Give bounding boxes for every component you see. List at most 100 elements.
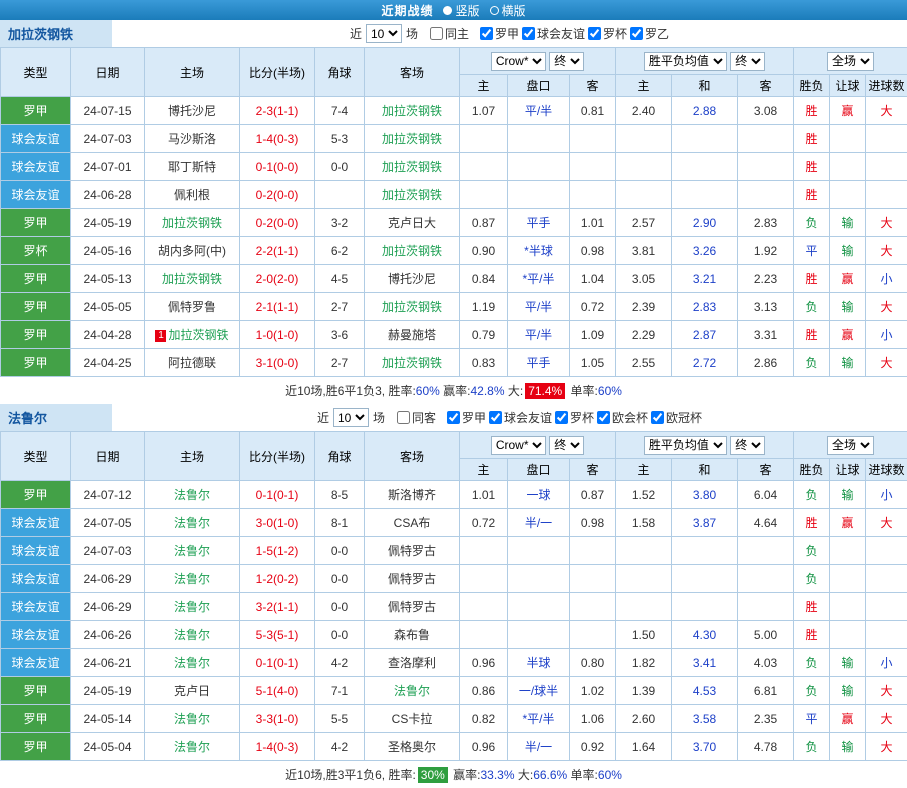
league-checkbox[interactable] bbox=[522, 27, 535, 40]
radio-unselected-icon bbox=[490, 6, 499, 15]
league-checkbox[interactable] bbox=[447, 411, 460, 424]
avg-away-cell: 4.64 bbox=[738, 509, 794, 537]
avg-away-cell bbox=[738, 125, 794, 153]
result-cell: 平 bbox=[794, 705, 830, 733]
score-cell: 0-2(0-0) bbox=[240, 209, 315, 237]
avg-final-select[interactable]: 终 bbox=[730, 52, 765, 71]
scope-group-header: 全场 bbox=[794, 48, 907, 75]
score-cell: 2-0(2-0) bbox=[240, 265, 315, 293]
league-checkbox[interactable] bbox=[480, 27, 493, 40]
avg-final-select[interactable]: 终 bbox=[730, 436, 765, 455]
score-cell: 2-1(1-1) bbox=[240, 293, 315, 321]
avg-draw-cell: 4.30 bbox=[672, 621, 738, 649]
league-badge: 球会友谊 bbox=[1, 537, 71, 565]
odds-final-select[interactable]: 终 bbox=[549, 436, 584, 455]
score-cell: 5-3(5-1) bbox=[240, 621, 315, 649]
league-checkbox[interactable] bbox=[597, 411, 610, 424]
result-cell: 胜 bbox=[794, 321, 830, 349]
league-badge: 罗甲 bbox=[1, 733, 71, 761]
league-checkbox[interactable] bbox=[651, 411, 664, 424]
odds-source-select[interactable]: Crow* bbox=[491, 52, 546, 71]
odds-final-select[interactable]: 终 bbox=[549, 52, 584, 71]
goals-cell: 大 bbox=[866, 293, 907, 321]
avg-draw-cell: 3.87 bbox=[672, 509, 738, 537]
same-venue-checkbox[interactable] bbox=[430, 27, 443, 40]
avg-away-cell: 1.92 bbox=[738, 237, 794, 265]
league-badge: 罗甲 bbox=[1, 349, 71, 377]
scope-group-header: 全场 bbox=[794, 432, 907, 459]
date-cell: 24-07-05 bbox=[71, 509, 145, 537]
result-cell: 负 bbox=[794, 349, 830, 377]
home-team-cell: 法鲁尔 bbox=[145, 621, 240, 649]
radio-selected-icon bbox=[443, 6, 452, 15]
filters: 近 10 场 同客 罗甲球会友谊罗杯欧会杯欧冠杯 bbox=[112, 404, 907, 431]
match-count-select[interactable]: 10 bbox=[333, 408, 369, 427]
corner-cell: 6-2 bbox=[315, 237, 365, 265]
result-cell: 负 bbox=[794, 649, 830, 677]
avg-draw-cell bbox=[672, 537, 738, 565]
avg-draw-cell bbox=[672, 565, 738, 593]
league-filter[interactable]: 欧冠杯 bbox=[651, 409, 702, 426]
avg-home-cell: 2.29 bbox=[616, 321, 672, 349]
scope-select[interactable]: 全场 bbox=[827, 52, 874, 71]
scope-select[interactable]: 全场 bbox=[827, 436, 874, 455]
league-checkbox[interactable] bbox=[489, 411, 502, 424]
same-venue-checkbox[interactable] bbox=[397, 411, 410, 424]
avg-home-cell bbox=[616, 537, 672, 565]
home-team-cell: 加拉茨钢铁 bbox=[145, 265, 240, 293]
home-team-cell: 法鲁尔 bbox=[145, 565, 240, 593]
home-team-cell: 马沙斯洛 bbox=[145, 125, 240, 153]
home-team-cell: 阿拉德联 bbox=[145, 349, 240, 377]
odds-source-select[interactable]: Crow* bbox=[491, 436, 546, 455]
handicap-cell: 一球 bbox=[508, 481, 570, 509]
result-cell: 负 bbox=[794, 537, 830, 565]
layout-horizontal-radio[interactable]: 横版 bbox=[490, 2, 526, 19]
col-header-handicap: 盘口 bbox=[508, 459, 570, 481]
goals-cell: 大 bbox=[866, 733, 907, 761]
result-cell: 胜 bbox=[794, 621, 830, 649]
handicap-result-cell: 输 bbox=[830, 209, 866, 237]
away-team-cell: 加拉茨钢铁 bbox=[365, 181, 460, 209]
league-filter[interactable]: 罗杯 bbox=[588, 25, 627, 42]
match-row: 球会友谊24-07-01耶丁斯特0-1(0-0)0-0加拉茨钢铁胜 bbox=[1, 153, 907, 181]
match-count-select[interactable]: 10 bbox=[366, 24, 402, 43]
away-team-cell: 森布鲁 bbox=[365, 621, 460, 649]
handicap-result-cell: 输 bbox=[830, 677, 866, 705]
league-filter[interactable]: 罗乙 bbox=[630, 25, 669, 42]
league-badge: 球会友谊 bbox=[1, 593, 71, 621]
avg-draw-cell: 2.83 bbox=[672, 293, 738, 321]
date-cell: 24-05-04 bbox=[71, 733, 145, 761]
away-odds-cell bbox=[570, 621, 616, 649]
handicap-cell: 平/半 bbox=[508, 293, 570, 321]
corner-cell: 0-0 bbox=[315, 153, 365, 181]
result-cell: 胜 bbox=[794, 125, 830, 153]
col-header-date: 日期 bbox=[71, 48, 145, 97]
col-header-avg-home: 主 bbox=[616, 459, 672, 481]
league-filter[interactable]: 罗甲 bbox=[447, 409, 486, 426]
away-odds-cell bbox=[570, 537, 616, 565]
league-filter[interactable]: 欧会杯 bbox=[597, 409, 648, 426]
league-checkbox[interactable] bbox=[630, 27, 643, 40]
league-filter[interactable]: 球会友谊 bbox=[522, 25, 585, 42]
same-venue-filter[interactable]: 同客 bbox=[397, 409, 436, 426]
col-header-away: 客场 bbox=[365, 48, 460, 97]
score-cell: 0-2(0-0) bbox=[240, 181, 315, 209]
col-header-type: 类型 bbox=[1, 432, 71, 481]
league-checkbox[interactable] bbox=[588, 27, 601, 40]
league-filter[interactable]: 球会友谊 bbox=[489, 409, 552, 426]
goals-cell bbox=[866, 153, 907, 181]
avg-odds-select[interactable]: 胜平负均值 bbox=[644, 436, 727, 455]
league-checkbox[interactable] bbox=[555, 411, 568, 424]
avg-odds-select[interactable]: 胜平负均值 bbox=[644, 52, 727, 71]
home-odds-cell: 1.01 bbox=[460, 481, 508, 509]
league-filter[interactable]: 罗甲 bbox=[480, 25, 519, 42]
handicap-cell: 平/半 bbox=[508, 321, 570, 349]
avg-home-cell: 1.64 bbox=[616, 733, 672, 761]
match-row: 罗甲24-05-19加拉茨钢铁0-2(0-0)3-2克卢日大0.87平手1.01… bbox=[1, 209, 907, 237]
summary-segment: 赢率: bbox=[450, 766, 481, 783]
league-filter[interactable]: 罗杯 bbox=[555, 409, 594, 426]
avg-home-cell: 1.52 bbox=[616, 481, 672, 509]
layout-vertical-radio[interactable]: 竖版 bbox=[443, 2, 479, 19]
same-venue-filter[interactable]: 同主 bbox=[430, 25, 469, 42]
home-odds-cell: 0.84 bbox=[460, 265, 508, 293]
